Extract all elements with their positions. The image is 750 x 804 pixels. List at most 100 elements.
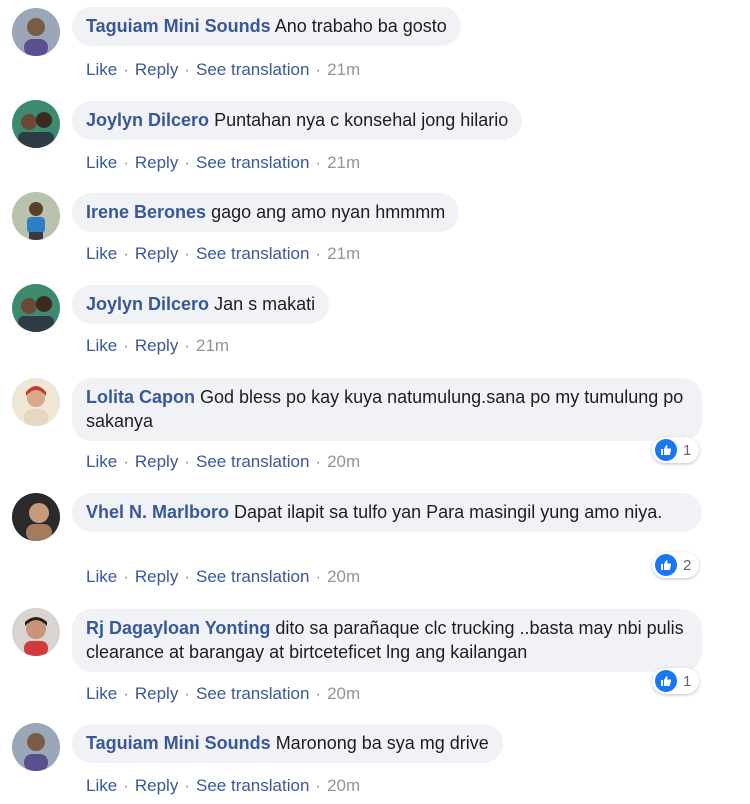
avatar[interactable] xyxy=(12,378,60,426)
like-icon xyxy=(655,554,677,576)
timestamp[interactable]: 20m xyxy=(327,567,360,586)
separator: · xyxy=(123,567,129,586)
timestamp[interactable]: 21m xyxy=(327,244,360,263)
like-icon xyxy=(655,439,677,461)
comment-bubble: Taguiam Mini Sounds Ano trabaho ba gosto xyxy=(72,7,461,46)
like-link[interactable]: Like xyxy=(86,452,117,471)
avatar[interactable] xyxy=(12,100,60,148)
reaction-count-label: 1 xyxy=(683,441,692,459)
like-link[interactable]: Like xyxy=(86,153,117,172)
comment-author[interactable]: Joylyn Dilcero xyxy=(86,110,209,130)
see-translation-link[interactable]: See translation xyxy=(196,452,309,471)
comment-author[interactable]: Irene Berones xyxy=(86,202,206,222)
separator: · xyxy=(123,684,129,703)
reply-link[interactable]: Reply xyxy=(135,452,178,471)
see-translation-link[interactable]: See translation xyxy=(196,153,309,172)
avatar[interactable] xyxy=(12,192,60,240)
comment-author[interactable]: Lolita Capon xyxy=(86,387,195,407)
reply-link[interactable]: Reply xyxy=(135,60,178,79)
like-link[interactable]: Like xyxy=(86,336,117,355)
comment-bubble: Rj Dagayloan Yonting dito sa parañaque c… xyxy=(72,609,702,672)
comment-author[interactable]: Rj Dagayloan Yonting xyxy=(86,618,270,638)
comment-actions: Like · Reply · See translation · 20m xyxy=(86,567,360,587)
comment-bubble: Joylyn Dilcero Jan s makati xyxy=(72,285,330,324)
comment-text: Jan s makati xyxy=(214,294,316,314)
comment-author[interactable]: Taguiam Mini Sounds xyxy=(86,733,271,753)
see-translation-link[interactable]: See translation xyxy=(196,684,309,703)
comment-text: Maronong ba sya mg drive xyxy=(275,733,489,753)
separator: · xyxy=(123,153,129,172)
see-translation-link[interactable]: See translation xyxy=(196,244,309,263)
avatar[interactable] xyxy=(12,608,60,656)
see-translation-link[interactable]: See translation xyxy=(196,60,309,79)
separator: · xyxy=(184,60,190,79)
comment-actions: Like · Reply · See translation · 21m xyxy=(86,153,360,173)
like-link[interactable]: Like xyxy=(86,684,117,703)
comment-author[interactable]: Joylyn Dilcero xyxy=(86,294,209,314)
separator: · xyxy=(184,776,190,795)
like-link[interactable]: Like xyxy=(86,776,117,795)
timestamp[interactable]: 21m xyxy=(327,60,360,79)
timestamp[interactable]: 20m xyxy=(327,452,360,471)
comment-actions: Like · Reply · See translation · 20m xyxy=(86,684,360,704)
comment-bubble: Taguiam Mini Sounds Maronong ba sya mg d… xyxy=(72,724,503,763)
see-translation-link[interactable]: See translation xyxy=(196,567,309,586)
comment-author[interactable]: Taguiam Mini Sounds xyxy=(86,16,271,36)
reply-link[interactable]: Reply xyxy=(135,684,178,703)
like-link[interactable]: Like xyxy=(86,60,117,79)
comment-text: Ano trabaho ba gosto xyxy=(274,16,447,36)
reaction-count[interactable]: 1 xyxy=(652,437,700,463)
comment-actions: Like · Reply · 21m xyxy=(86,336,229,356)
reply-link[interactable]: Reply xyxy=(135,336,178,355)
comment-text: Puntahan nya c konsehal jong hilario xyxy=(214,110,509,130)
reaction-count-label: 2 xyxy=(683,556,692,574)
separator: · xyxy=(315,153,322,172)
separator: · xyxy=(315,60,322,79)
avatar[interactable] xyxy=(12,493,60,541)
separator: · xyxy=(315,567,322,586)
separator: · xyxy=(184,567,190,586)
timestamp[interactable]: 20m xyxy=(327,684,360,703)
timestamp[interactable]: 21m xyxy=(196,336,229,355)
timestamp[interactable]: 20m xyxy=(327,776,360,795)
separator: · xyxy=(315,244,322,263)
avatar[interactable] xyxy=(12,8,60,56)
like-link[interactable]: Like xyxy=(86,244,117,263)
separator: · xyxy=(123,244,129,263)
comment-text: Dapat ilapit sa tulfo yan Para masingil … xyxy=(234,502,663,522)
avatar[interactable] xyxy=(12,723,60,771)
reaction-count[interactable]: 1 xyxy=(652,668,700,694)
separator: · xyxy=(315,452,322,471)
comment-text: gago ang amo nyan hmmmm xyxy=(211,202,446,222)
comment-actions: Like · Reply · See translation · 21m xyxy=(86,60,360,80)
comment-bubble: Joylyn Dilcero Puntahan nya c konsehal j… xyxy=(72,101,523,140)
reply-link[interactable]: Reply xyxy=(135,776,178,795)
separator: · xyxy=(123,60,129,79)
timestamp[interactable]: 21m xyxy=(327,153,360,172)
reply-link[interactable]: Reply xyxy=(135,153,178,172)
separator: · xyxy=(315,776,322,795)
like-link[interactable]: Like xyxy=(86,567,117,586)
separator: · xyxy=(184,684,190,703)
separator: · xyxy=(184,153,190,172)
see-translation-link[interactable]: See translation xyxy=(196,776,309,795)
separator: · xyxy=(123,776,129,795)
separator: · xyxy=(184,244,190,263)
separator: · xyxy=(123,336,129,355)
like-icon xyxy=(655,670,677,692)
separator: · xyxy=(123,452,129,471)
comment-actions: Like · Reply · See translation · 20m xyxy=(86,452,360,472)
separator: · xyxy=(184,336,190,355)
comment-actions: Like · Reply · See translation · 21m xyxy=(86,244,360,264)
reply-link[interactable]: Reply xyxy=(135,567,178,586)
separator: · xyxy=(184,452,190,471)
reply-link[interactable]: Reply xyxy=(135,244,178,263)
avatar[interactable] xyxy=(12,284,60,332)
reaction-count-label: 1 xyxy=(683,672,692,690)
comment-bubble: Vhel N. Marlboro Dapat ilapit sa tulfo y… xyxy=(72,493,702,532)
separator: · xyxy=(315,684,322,703)
comment-bubble: Irene Berones gago ang amo nyan hmmmm xyxy=(72,193,460,232)
reaction-count[interactable]: 2 xyxy=(652,552,700,578)
comment-bubble: Lolita Capon God bless po kay kuya natum… xyxy=(72,378,702,441)
comment-author[interactable]: Vhel N. Marlboro xyxy=(86,502,229,522)
